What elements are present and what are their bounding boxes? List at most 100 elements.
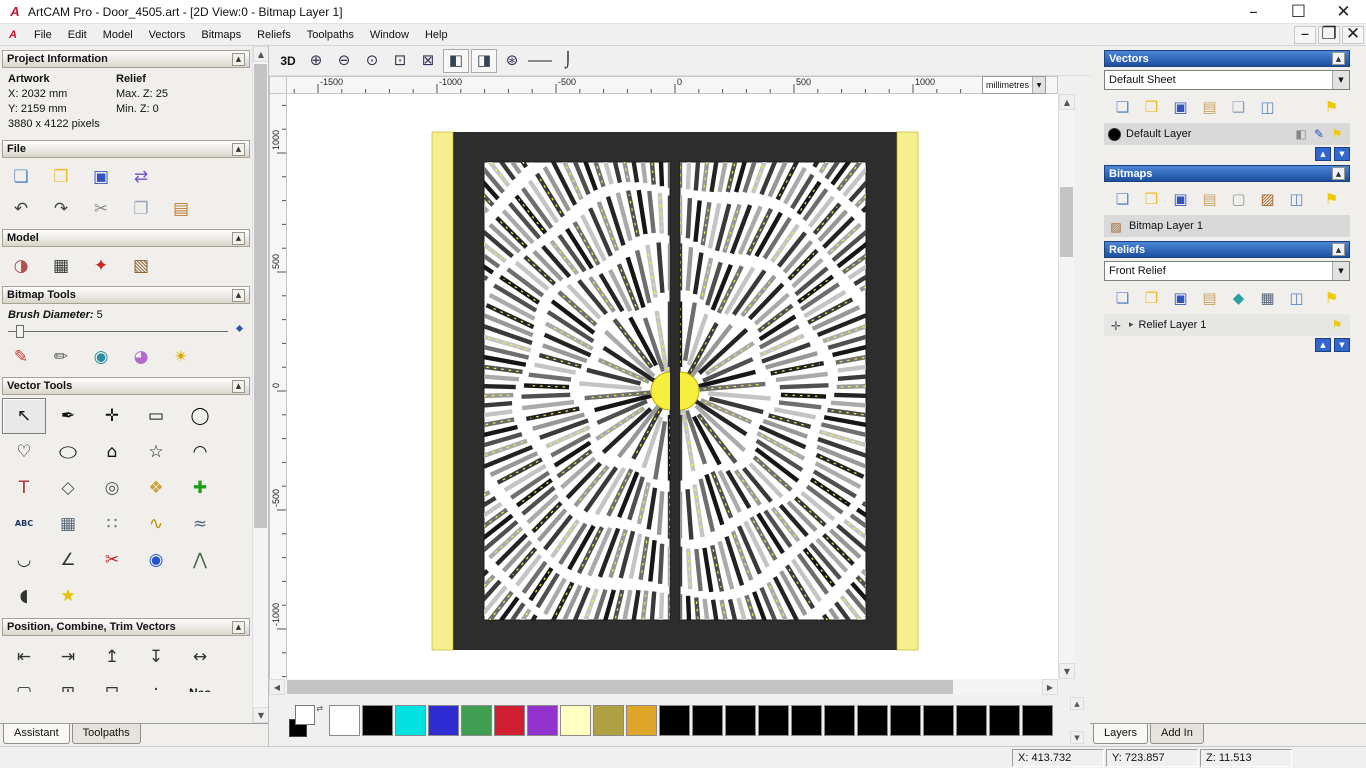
layer-lamp-button[interactable]: ⚑ bbox=[1328, 125, 1346, 143]
clear-bitmap-button[interactable]: ▢ bbox=[1224, 186, 1253, 212]
palette-button[interactable]: ◕ bbox=[124, 342, 158, 372]
smooth-curves-button[interactable]: ≈ bbox=[178, 506, 222, 542]
menu-model[interactable]: Model bbox=[95, 24, 141, 45]
create-text-button[interactable]: T bbox=[2, 470, 46, 506]
join-with-arc-button[interactable]: ◡ bbox=[2, 542, 46, 578]
bitmap-layer-button[interactable]: ▨ bbox=[1108, 218, 1124, 236]
zoom-previous-button[interactable]: ⊙ bbox=[359, 49, 385, 73]
paste-button[interactable]: ▤ bbox=[164, 194, 198, 224]
align-centre-button[interactable]: ↔ bbox=[178, 639, 222, 675]
wrap-text-button[interactable]: ◇ bbox=[46, 470, 90, 506]
colour-swatch-4[interactable] bbox=[461, 705, 492, 736]
node-editing-button[interactable]: ✒ bbox=[46, 398, 90, 434]
expander-icon[interactable]: ▸ bbox=[1129, 320, 1134, 330]
align-left-button[interactable]: ⇤ bbox=[2, 639, 46, 675]
colour-picker-button[interactable]: ✴ bbox=[164, 342, 198, 372]
save-vectors-button[interactable]: ▣ bbox=[1166, 94, 1195, 120]
menu-bitmaps[interactable]: Bitmaps bbox=[193, 24, 249, 45]
relief-layer-row[interactable]: ✛ ▸ Relief Layer 1 ⚑ bbox=[1104, 314, 1350, 336]
combine-union-button[interactable]: ⊞ bbox=[46, 675, 90, 692]
colour-swatch-19[interactable] bbox=[956, 705, 987, 736]
chevron-down-icon[interactable]: ▼ bbox=[1032, 77, 1045, 93]
palette-down-icon[interactable]: ▼ bbox=[1070, 731, 1084, 744]
child-close-button[interactable]: ✕ bbox=[1342, 25, 1364, 44]
menu-window[interactable]: Window bbox=[362, 24, 417, 45]
array-copy-button[interactable]: ∴ bbox=[134, 675, 178, 692]
move-layer-up-button[interactable]: ▲ bbox=[1315, 147, 1331, 161]
dot-cloud-button[interactable]: ∷ bbox=[90, 506, 134, 542]
bitmap-link-button[interactable]: ◫ bbox=[1282, 186, 1311, 212]
colour-swatch-3[interactable] bbox=[428, 705, 459, 736]
save-bitmap-button[interactable]: ▣ bbox=[1166, 186, 1195, 212]
tab-layers[interactable]: Layers bbox=[1093, 724, 1149, 744]
scroll-up-icon[interactable]: ▲ bbox=[253, 46, 268, 62]
colour-swatch-10[interactable] bbox=[659, 705, 690, 736]
layer-colour-swatch[interactable] bbox=[1108, 127, 1121, 141]
zoom-objects-button[interactable]: ⊛ bbox=[499, 49, 525, 73]
create-arc-button[interactable]: ◠ bbox=[178, 434, 222, 470]
scroll-right-icon[interactable]: ▶ bbox=[1042, 679, 1058, 695]
rollup-icon[interactable]: ▲ bbox=[232, 620, 245, 634]
text-on-curve-button[interactable]: ABC bbox=[2, 506, 46, 542]
scrollbar-thumb[interactable] bbox=[254, 64, 267, 529]
undo-button[interactable]: ↶ bbox=[4, 194, 38, 224]
delete-sheet-button[interactable]: ◫ bbox=[1253, 94, 1282, 120]
lighting-button[interactable]: ✦ bbox=[84, 251, 118, 281]
new-relief-button[interactable]: ❏ bbox=[1108, 285, 1137, 311]
import-vectors-button[interactable]: ▤ bbox=[1195, 94, 1224, 120]
create-rectangle-button[interactable]: ▭ bbox=[134, 398, 178, 434]
star-wizard-button[interactable]: ★ bbox=[46, 578, 90, 614]
colour-swatch-17[interactable] bbox=[890, 705, 921, 736]
scroll-left-icon[interactable]: ◀ bbox=[269, 679, 285, 695]
new-bitmap-button[interactable]: ❏ bbox=[1108, 186, 1137, 212]
scrollbar-thumb[interactable] bbox=[1060, 187, 1073, 258]
minimize-button[interactable]: – bbox=[1231, 0, 1276, 24]
rollup-icon[interactable]: ▲ bbox=[1332, 167, 1345, 180]
rollup-icon[interactable]: ▲ bbox=[1332, 243, 1345, 256]
menu-reliefs[interactable]: Reliefs bbox=[249, 24, 299, 45]
vectors-visibility-button[interactable]: ⚑ bbox=[1317, 94, 1346, 120]
child-minimize-button[interactable]: – bbox=[1294, 25, 1316, 44]
move-layer-down-button[interactable]: ▼ bbox=[1334, 338, 1350, 352]
scrollbar-track[interactable] bbox=[285, 679, 1042, 695]
colour-swatch-13[interactable] bbox=[758, 705, 789, 736]
block-copy-button[interactable]: ✚ bbox=[178, 470, 222, 506]
relief-lamp-button[interactable]: ⚑ bbox=[1328, 316, 1346, 334]
relief-select[interactable]: Front Relief ▼ bbox=[1104, 261, 1350, 281]
menu-toolpaths[interactable]: Toolpaths bbox=[299, 24, 362, 45]
menu-edit[interactable]: Edit bbox=[60, 24, 95, 45]
tab-toolpaths[interactable]: Toolpaths bbox=[71, 724, 141, 744]
colour-swatch-9[interactable] bbox=[626, 705, 657, 736]
align-right-button[interactable]: ⇥ bbox=[46, 639, 90, 675]
maximize-button[interactable]: ☐ bbox=[1276, 0, 1321, 24]
rollup-icon[interactable]: ▲ bbox=[232, 288, 245, 302]
snap-guides-button[interactable]: ◨ bbox=[471, 48, 497, 73]
select-vectors-button[interactable]: ↖ bbox=[2, 398, 46, 434]
colour-swatch-8[interactable] bbox=[593, 705, 624, 736]
new-vector-sheet-button[interactable]: ❏ bbox=[1108, 94, 1137, 120]
relief-transform-button[interactable]: ✛ bbox=[1108, 317, 1124, 335]
colour-swatch-12[interactable] bbox=[725, 705, 756, 736]
redo-button[interactable]: ↷ bbox=[44, 194, 78, 224]
combine-subtract-button[interactable]: ⊟ bbox=[90, 675, 134, 692]
rollup-icon[interactable]: ▲ bbox=[232, 379, 245, 393]
brush-diameter-slider[interactable] bbox=[8, 323, 244, 339]
colour-swatch-11[interactable] bbox=[692, 705, 723, 736]
cut-button[interactable]: ✂ bbox=[84, 194, 118, 224]
align-bottom-button[interactable]: ↧ bbox=[134, 639, 178, 675]
rollup-icon[interactable]: ▲ bbox=[1332, 52, 1345, 65]
copy-button[interactable]: ❐ bbox=[124, 194, 158, 224]
slider-thumb[interactable] bbox=[16, 325, 24, 338]
create-circle-button[interactable]: ◯ bbox=[178, 398, 222, 434]
trim-vectors-button[interactable]: ✂ bbox=[90, 542, 134, 578]
relief-preview-button[interactable]: ▦ bbox=[44, 251, 78, 281]
open-vectors-button[interactable]: ❒ bbox=[1137, 94, 1166, 120]
menu-file[interactable]: File bbox=[26, 24, 60, 45]
import-relief-button[interactable]: ▤ bbox=[1195, 285, 1224, 311]
scroll-down-icon[interactable]: ▼ bbox=[253, 707, 268, 723]
vector-grid-button[interactable]: ▦ bbox=[46, 506, 90, 542]
bitmaps-visibility-button[interactable]: ⚑ bbox=[1317, 186, 1346, 212]
save-as-button[interactable]: ⇄ bbox=[124, 162, 158, 192]
scrollbar-thumb[interactable] bbox=[287, 680, 954, 694]
colour-swatch-21[interactable] bbox=[1022, 705, 1053, 736]
